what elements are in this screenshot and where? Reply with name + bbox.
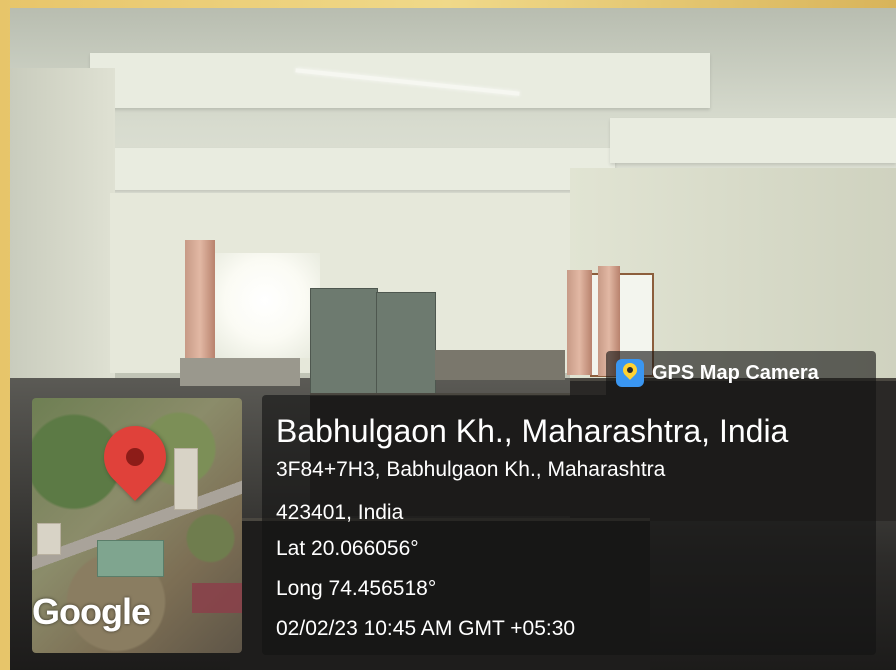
datetime: 02/02/23 10:45 AM GMT +05:30 [276, 617, 576, 640]
address-line-1: 3F84+7H3, Babhulgaon Kh., Maharashtra [276, 458, 666, 481]
location-pin-app-icon [616, 359, 644, 387]
map-building [37, 523, 61, 555]
latitude: Lat 20.066056° [276, 537, 419, 560]
steel-cupboard [310, 288, 378, 400]
longitude: Long 74.456518° [276, 577, 437, 600]
location-info-panel: Babhulgaon Kh., Maharashtra, India 3F84+… [262, 395, 876, 655]
app-badge-label: GPS Map Camera [652, 361, 819, 384]
app-badge: GPS Map Camera [606, 351, 876, 395]
location-title: Babhulgaon Kh., Maharashtra, India [276, 413, 789, 449]
map-building [97, 540, 164, 577]
lab-bench [435, 350, 565, 380]
map-pin-dot [126, 448, 144, 466]
curtain [567, 270, 592, 375]
curtain [185, 240, 215, 365]
address-line-2: 423401, India [276, 501, 404, 524]
map-thumbnail: Google [32, 398, 242, 653]
google-logo: Google [32, 591, 151, 632]
map-building [174, 448, 198, 510]
map-field [192, 583, 242, 613]
bright-window [210, 253, 320, 358]
steel-cupboard [376, 292, 436, 398]
ceiling-beam [95, 148, 615, 190]
ceiling-beam [610, 118, 896, 163]
lab-bench [180, 358, 300, 386]
